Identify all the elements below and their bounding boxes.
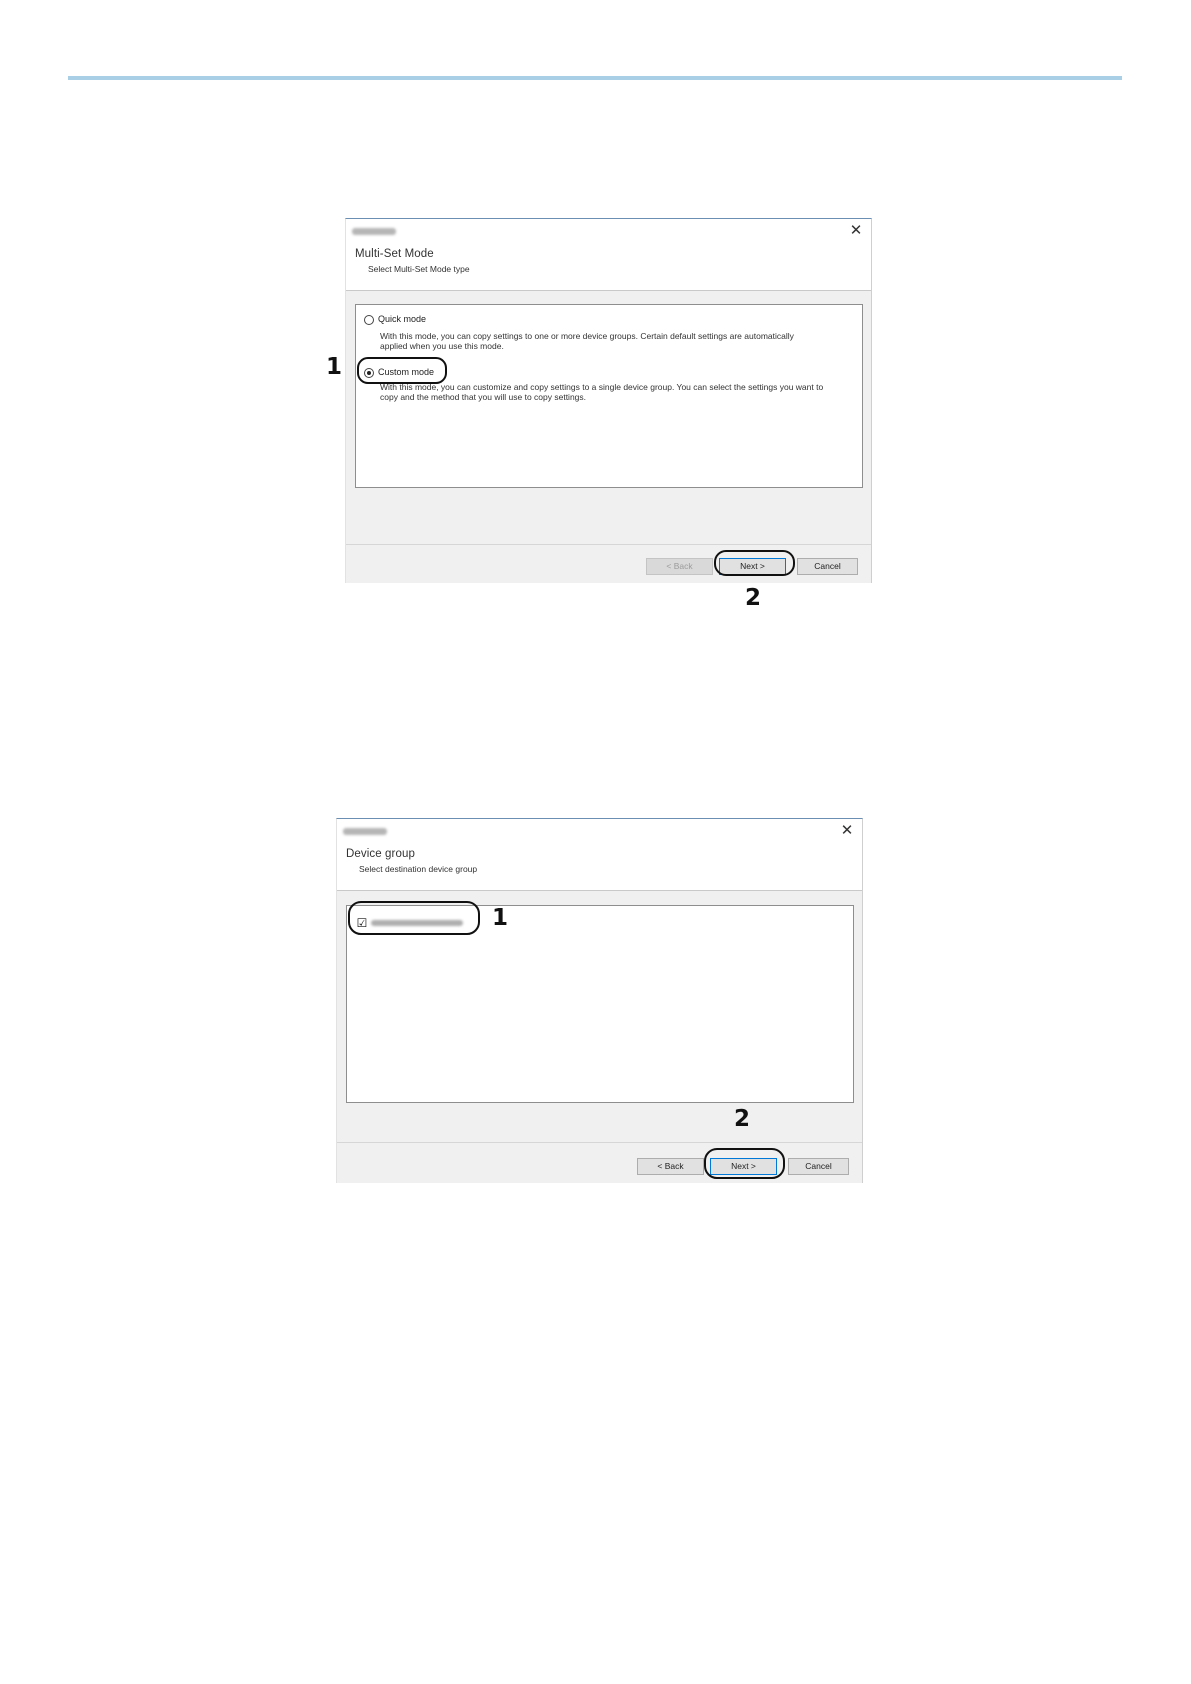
header-subtitle: Select Multi-Set Mode type <box>368 264 470 274</box>
blurred-window-title <box>352 228 396 235</box>
close-icon[interactable]: ✕ <box>847 221 865 239</box>
cancel-button[interactable]: Cancel <box>788 1158 849 1175</box>
multi-set-mode-dialog: ✕ Multi-Set Mode Select Multi-Set Mode t… <box>345 218 872 583</box>
header-title: Multi-Set Mode <box>355 248 434 260</box>
quick-mode-option[interactable]: Quick mode With this mode, you can copy … <box>364 314 844 354</box>
mode-options-panel: Quick mode With this mode, you can copy … <box>355 304 863 488</box>
dialog-titlebar: ✕ <box>346 219 871 243</box>
quick-mode-label: Quick mode <box>378 314 427 324</box>
quick-mode-radio[interactable] <box>364 315 374 325</box>
header-subtitle: Select destination device group <box>359 864 478 874</box>
callout-ring-device-group <box>348 901 480 935</box>
close-icon[interactable]: ✕ <box>838 821 856 839</box>
blurred-window-title <box>343 828 387 835</box>
cancel-button[interactable]: Cancel <box>797 558 858 575</box>
dialog-header: Multi-Set Mode Select Multi-Set Mode typ… <box>346 243 871 291</box>
footer-separator <box>346 544 871 545</box>
back-button[interactable]: < Back <box>646 558 713 575</box>
callout-ring-next-button <box>714 550 795 576</box>
footer-separator <box>337 1142 862 1143</box>
dialog-titlebar: ✕ <box>337 819 862 843</box>
callout-ring-custom-mode <box>357 357 447 384</box>
header-title: Device group <box>346 848 415 860</box>
dialog-header: Device group Select destination device g… <box>337 843 862 891</box>
callout-number-1: 1 <box>492 905 509 931</box>
callout-ring-next-button <box>704 1148 785 1179</box>
callout-number-1: 1 <box>326 354 343 380</box>
quick-mode-description: With this mode, you can copy settings to… <box>380 331 794 351</box>
back-button[interactable]: < Back <box>637 1158 704 1175</box>
callout-number-2: 2 <box>745 585 762 611</box>
custom-mode-description: With this mode, you can customize and co… <box>380 382 824 402</box>
page-top-rule <box>68 76 1122 80</box>
device-group-dialog: ✕ Device group Select destination device… <box>336 818 863 1183</box>
callout-number-2: 2 <box>734 1106 751 1132</box>
